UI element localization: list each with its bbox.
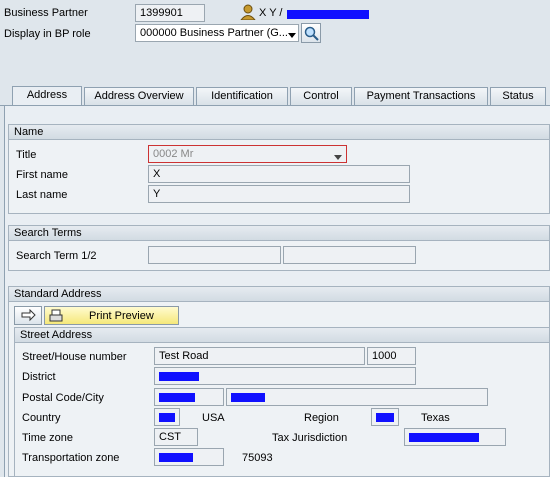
- print-preview-label: Print Preview: [89, 310, 154, 322]
- role-select[interactable]: 000000 Business Partner (G...: [135, 24, 299, 42]
- street-address-title: Street Address: [15, 328, 549, 343]
- transfer-icon: [21, 308, 37, 326]
- redacted-district: [159, 371, 199, 381]
- transfer-button[interactable]: [14, 306, 42, 325]
- last-name-field[interactable]: Y: [148, 185, 410, 203]
- postal-city-label: Postal Code/City: [22, 392, 104, 404]
- first-name-label: First name: [16, 169, 68, 181]
- search-term-label: Search Term 1/2: [16, 250, 97, 262]
- dropdown-arrow-icon[interactable]: [288, 30, 296, 41]
- postal-code-field[interactable]: [154, 388, 224, 406]
- search-term-2-field[interactable]: [283, 246, 416, 264]
- tab-control[interactable]: Control: [290, 87, 352, 105]
- bp-label: Business Partner: [4, 7, 88, 19]
- redacted-postal-code: [159, 392, 195, 402]
- country-label: Country: [22, 412, 61, 424]
- redacted-country: [159, 412, 175, 422]
- tab-address-overview[interactable]: Address Overview: [84, 87, 194, 105]
- district-label: District: [22, 371, 56, 383]
- district-field[interactable]: [154, 367, 416, 385]
- title-select-value: 0002 Mr: [153, 148, 194, 160]
- redacted-transport-zone: [159, 452, 193, 462]
- print-preview-button[interactable]: Print Preview: [44, 306, 179, 325]
- name-section-title: Name: [9, 125, 549, 140]
- region-text: Texas: [421, 412, 450, 424]
- house-number-field[interactable]: 1000: [367, 347, 416, 365]
- tab-address[interactable]: Address: [12, 86, 82, 105]
- city-field[interactable]: [226, 388, 488, 406]
- tab-identification[interactable]: Identification: [196, 87, 288, 105]
- transport-zone-field[interactable]: [154, 448, 224, 466]
- redacted-tax-jurisdiction: [409, 432, 479, 442]
- chevron-down-icon[interactable]: [334, 152, 342, 162]
- street-label: Street/House number: [22, 351, 127, 363]
- tax-jurisdiction-field[interactable]: [404, 428, 506, 446]
- timezone-field[interactable]: CST: [154, 428, 198, 446]
- bp-name-prefix: X Y /: [259, 7, 283, 19]
- tax-jurisdiction-label: Tax Jurisdiction: [272, 432, 348, 444]
- last-name-label: Last name: [16, 189, 68, 201]
- magnifier-icon: [304, 26, 319, 44]
- role-label: Display in BP role: [4, 28, 91, 40]
- region-field[interactable]: [371, 408, 399, 426]
- tab-status[interactable]: Status: [490, 87, 546, 105]
- timezone-label: Time zone: [22, 432, 73, 444]
- redacted-bp-name: [287, 10, 369, 19]
- street-field[interactable]: Test Road: [154, 347, 365, 365]
- title-label: Title: [16, 149, 37, 161]
- printer-icon: [49, 309, 63, 326]
- standard-address-title: Standard Address: [9, 287, 549, 302]
- role-select-value: 000000 Business Partner (G...: [140, 27, 288, 39]
- person-icon: [239, 4, 257, 21]
- transport-zone-label: Transportation zone: [22, 452, 120, 464]
- transport-zone-text: 75093: [242, 452, 273, 464]
- search-terms-title: Search Terms: [9, 226, 549, 241]
- country-field[interactable]: [154, 408, 180, 426]
- redacted-city: [231, 392, 265, 402]
- role-search-button[interactable]: [301, 23, 321, 43]
- region-label: Region: [304, 412, 339, 424]
- redacted-region: [376, 412, 394, 422]
- bp-number-field[interactable]: 1399901: [135, 4, 205, 22]
- search-term-1-field[interactable]: [148, 246, 281, 264]
- first-name-field[interactable]: X: [148, 165, 410, 183]
- tab-payment-transactions[interactable]: Payment Transactions: [354, 87, 488, 105]
- country-text: USA: [202, 412, 225, 424]
- title-select[interactable]: 0002 Mr: [148, 145, 347, 163]
